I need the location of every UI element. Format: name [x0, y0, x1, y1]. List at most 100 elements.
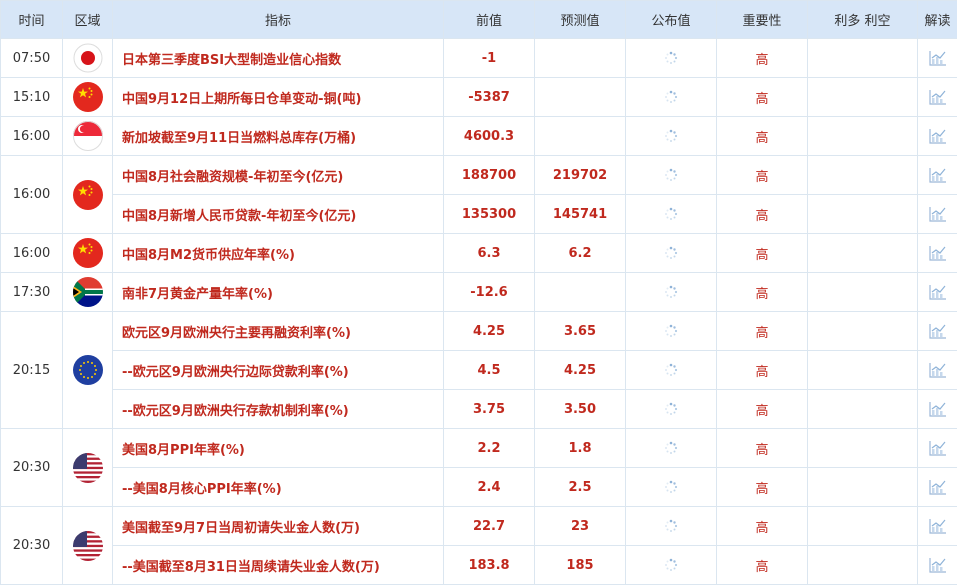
loading-spinner-icon [664, 285, 678, 299]
indicator-cell[interactable]: 日本第三季度BSI大型制造业信心指数 [113, 39, 444, 78]
analysis-chart-icon[interactable] [928, 517, 948, 535]
actual-cell [626, 156, 717, 195]
analysis-cell[interactable] [918, 234, 957, 273]
actual-cell [626, 273, 717, 312]
analysis-chart-icon[interactable] [928, 400, 948, 418]
col-impact: 利多 利空 [808, 1, 918, 39]
usa-flag-icon [73, 453, 103, 483]
analysis-chart-icon[interactable] [928, 478, 948, 496]
analysis-cell[interactable] [918, 195, 957, 234]
table-row: 中国8月新增人民币贷款-年初至今(亿元)135300145741高 [1, 195, 957, 234]
analysis-cell[interactable] [918, 429, 957, 468]
analysis-chart-icon[interactable] [928, 166, 948, 184]
importance-cell: 高 [717, 351, 808, 390]
analysis-cell[interactable] [918, 507, 957, 546]
indicator-cell[interactable]: --美国截至8月31日当周续请失业金人数(万) [113, 546, 444, 585]
region-cell [63, 39, 113, 78]
indicator-cell[interactable]: 中国9月12日上期所每日仓单变动-铜(吨) [113, 78, 444, 117]
forecast-cell [535, 273, 626, 312]
analysis-chart-icon[interactable] [928, 361, 948, 379]
analysis-chart-icon[interactable] [928, 127, 948, 145]
table-row: 20:15欧元区9月欧洲央行主要再融资利率(%)4.253.65高 [1, 312, 957, 351]
analysis-cell[interactable] [918, 117, 957, 156]
analysis-chart-icon[interactable] [928, 283, 948, 301]
indicator-cell[interactable]: 新加坡截至9月11日当燃料总库存(万桶) [113, 117, 444, 156]
table-row: 16:00中国8月社会融资规模-年初至今(亿元)188700219702高 [1, 156, 957, 195]
impact-cell [808, 195, 918, 234]
forecast-cell: 4.25 [535, 351, 626, 390]
forecast-cell [535, 78, 626, 117]
region-cell [63, 429, 113, 507]
analysis-chart-icon[interactable] [928, 322, 948, 340]
impact-cell [808, 234, 918, 273]
actual-cell [626, 39, 717, 78]
impact-cell [808, 351, 918, 390]
analysis-cell[interactable] [918, 351, 957, 390]
indicator-cell[interactable]: 美国截至9月7日当周初请失业金人数(万) [113, 507, 444, 546]
indicator-cell[interactable]: 中国8月M2货币供应年率(%) [113, 234, 444, 273]
analysis-chart-icon[interactable] [928, 244, 948, 262]
actual-cell [626, 468, 717, 507]
previous-cell: 188700 [444, 156, 535, 195]
time-cell: 16:00 [1, 156, 63, 234]
analysis-chart-icon[interactable] [928, 88, 948, 106]
previous-cell: 6.3 [444, 234, 535, 273]
loading-spinner-icon [664, 519, 678, 533]
forecast-cell: 3.50 [535, 390, 626, 429]
region-cell [63, 312, 113, 429]
importance-cell: 高 [717, 78, 808, 117]
impact-cell [808, 39, 918, 78]
analysis-cell[interactable] [918, 78, 957, 117]
previous-cell: 22.7 [444, 507, 535, 546]
forecast-cell: 219702 [535, 156, 626, 195]
forecast-cell: 23 [535, 507, 626, 546]
col-forecast: 预测值 [535, 1, 626, 39]
table-row: 15:10中国9月12日上期所每日仓单变动-铜(吨)-5387高 [1, 78, 957, 117]
indicator-cell[interactable]: --美国8月核心PPI年率(%) [113, 468, 444, 507]
table-row: 20:30美国8月PPI年率(%)2.21.8高 [1, 429, 957, 468]
indicator-cell[interactable]: 中国8月社会融资规模-年初至今(亿元) [113, 156, 444, 195]
col-previous: 前值 [444, 1, 535, 39]
table-row: 17:30南非7月黄金产量年率(%)-12.6高 [1, 273, 957, 312]
impact-cell [808, 156, 918, 195]
indicator-cell[interactable]: --欧元区9月欧洲央行边际贷款利率(%) [113, 351, 444, 390]
indicator-cell[interactable]: 中国8月新增人民币贷款-年初至今(亿元) [113, 195, 444, 234]
time-cell: 20:15 [1, 312, 63, 429]
analysis-chart-icon[interactable] [928, 49, 948, 67]
table-row: 16:00中国8月M2货币供应年率(%)6.36.2高 [1, 234, 957, 273]
forecast-cell: 2.5 [535, 468, 626, 507]
indicator-cell[interactable]: --欧元区9月欧洲央行存款机制利率(%) [113, 390, 444, 429]
analysis-cell[interactable] [918, 312, 957, 351]
analysis-chart-icon[interactable] [928, 439, 948, 457]
analysis-cell[interactable] [918, 468, 957, 507]
table-row: --美国8月核心PPI年率(%)2.42.5高 [1, 468, 957, 507]
indicator-cell[interactable]: 南非7月黄金产量年率(%) [113, 273, 444, 312]
analysis-cell[interactable] [918, 273, 957, 312]
eu-flag-icon [73, 355, 103, 385]
actual-cell [626, 117, 717, 156]
actual-cell [626, 234, 717, 273]
table-row: --美国截至8月31日当周续请失业金人数(万)183.8185高 [1, 546, 957, 585]
analysis-cell[interactable] [918, 39, 957, 78]
previous-cell: 4600.3 [444, 117, 535, 156]
analysis-cell[interactable] [918, 156, 957, 195]
south-africa-flag-icon [73, 277, 103, 307]
china-flag-icon [73, 238, 103, 268]
importance-cell: 高 [717, 390, 808, 429]
analysis-chart-icon[interactable] [928, 205, 948, 223]
loading-spinner-icon [664, 324, 678, 338]
indicator-cell[interactable]: 欧元区9月欧洲央行主要再融资利率(%) [113, 312, 444, 351]
table-row: --欧元区9月欧洲央行边际贷款利率(%)4.54.25高 [1, 351, 957, 390]
importance-cell: 高 [717, 39, 808, 78]
analysis-cell[interactable] [918, 546, 957, 585]
previous-cell: 3.75 [444, 390, 535, 429]
indicator-cell[interactable]: 美国8月PPI年率(%) [113, 429, 444, 468]
analysis-chart-icon[interactable] [928, 556, 948, 574]
analysis-cell[interactable] [918, 390, 957, 429]
previous-cell: 2.4 [444, 468, 535, 507]
time-cell: 20:30 [1, 507, 63, 585]
table-row: 20:30美国截至9月7日当周初请失业金人数(万)22.723高 [1, 507, 957, 546]
previous-cell: 135300 [444, 195, 535, 234]
impact-cell [808, 117, 918, 156]
loading-spinner-icon [664, 363, 678, 377]
